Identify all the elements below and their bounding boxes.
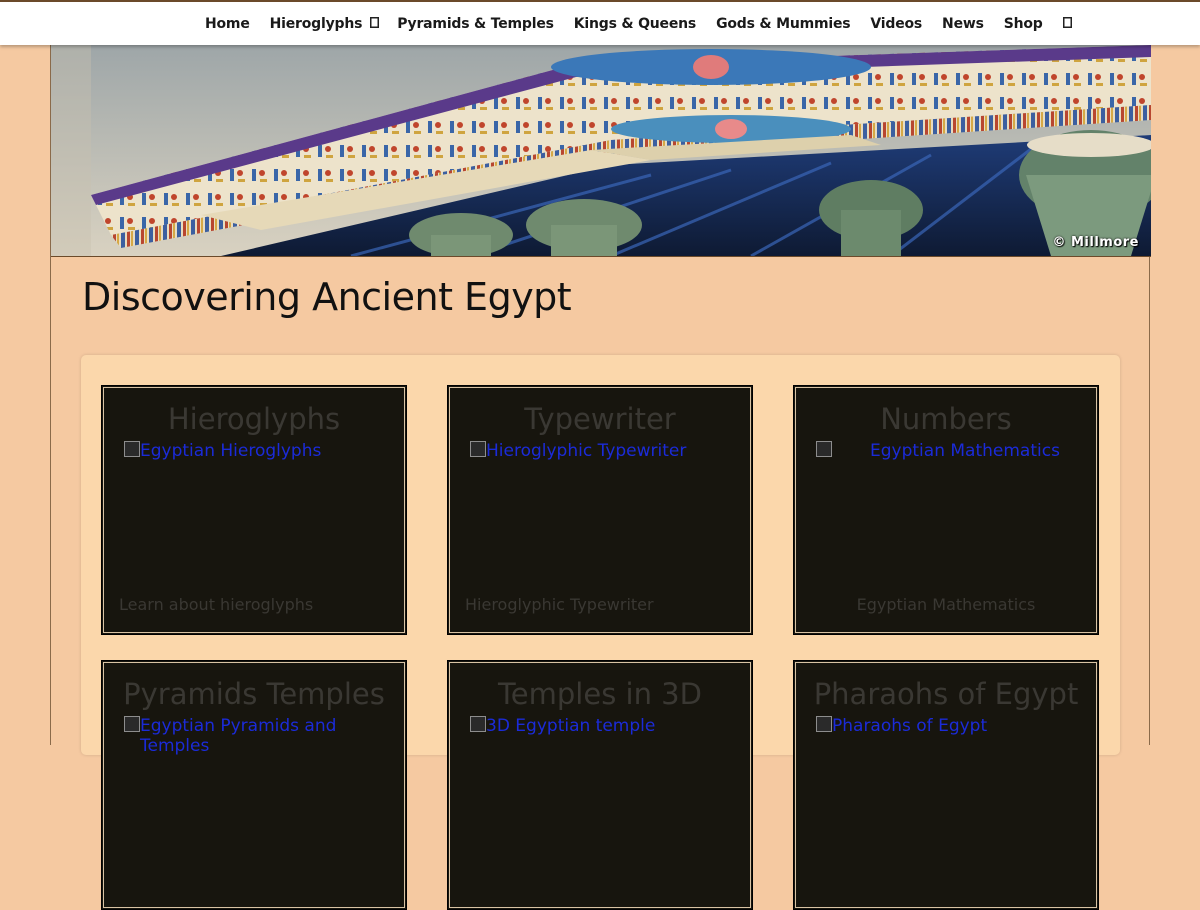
nav-shop-label: Shop — [1003, 15, 1043, 32]
main-menu: Home Hieroglyphs Pyramids & Temples King… — [197, 2, 1084, 45]
card-image-alt: Hieroglyphic Typewriter — [486, 441, 687, 461]
page-title: Discovering Ancient Egypt — [82, 275, 572, 319]
card-title: Temples in 3D — [498, 677, 702, 711]
nav-gods-mummies-label: Gods & Mummies — [716, 15, 851, 32]
broken-image-icon — [470, 716, 486, 732]
card-image-alt: Egyptian Hieroglyphs — [140, 441, 322, 461]
card-title: Pharaohs of Egypt — [813, 677, 1079, 711]
broken-image-icon — [816, 716, 832, 732]
card-title: Pyramids Temples — [123, 677, 385, 711]
image-credit: © Millmore — [1052, 235, 1139, 250]
content-panel: Hieroglyphs Egyptian Hieroglyphs Learn a… — [81, 355, 1120, 910]
nav-news[interactable]: News — [934, 16, 992, 32]
card-image-link[interactable]: Egyptian Hieroglyphs — [124, 441, 321, 461]
card-title: Numbers — [880, 402, 1012, 436]
top-navigation-bar: Home Hieroglyphs Pyramids & Temples King… — [0, 0, 1200, 45]
chevron-down-icon[interactable] — [370, 16, 380, 31]
nav-pyramids-temples-label: Pyramids & Temples — [397, 15, 554, 32]
card-image-link[interactable]: Hieroglyphic Typewriter — [470, 441, 686, 461]
card-numbers[interactable]: Numbers Egyptian Mathematics Egyptian Ma… — [793, 385, 1099, 635]
nav-home-label: Home — [205, 15, 250, 32]
broken-image-icon — [124, 716, 140, 732]
card-temples-3d[interactable]: Temples in 3D 3D Egyptian temple — [447, 660, 753, 910]
card-image-alt: 3D Egyptian temple — [486, 716, 656, 736]
nav-kings-queens[interactable]: Kings & Queens — [566, 16, 704, 32]
nav-home[interactable]: Home — [197, 16, 258, 32]
nav-videos[interactable]: Videos — [862, 16, 930, 32]
nav-videos-label: Videos — [870, 15, 923, 32]
nav-kings-queens-label: Kings & Queens — [573, 15, 697, 32]
card-image-alt: Egyptian Mathematics — [870, 441, 1060, 461]
card-caption: Hieroglyphic Typewriter — [465, 595, 654, 614]
card-image-alt: Pharaohs of Egypt — [832, 716, 988, 736]
card-caption: Learn about hieroglyphs — [119, 595, 314, 614]
nav-pyramids-temples[interactable]: Pyramids & Temples — [389, 16, 562, 32]
search-icon[interactable] — [1062, 16, 1072, 32]
card-title: Typewriter — [524, 402, 676, 436]
card-caption: Egyptian Mathematics — [856, 595, 1036, 614]
card-typewriter[interactable]: Typewriter Hieroglyphic Typewriter Hiero… — [447, 385, 753, 635]
broken-image-icon — [124, 441, 140, 457]
card-pharaohs[interactable]: Pharaohs of Egypt Pharaohs of Egypt — [793, 660, 1099, 910]
card-image-alt: Egyptian Pyramids and Temples — [140, 716, 337, 756]
page-container: © Millmore Discovering Ancient Egypt Hie… — [50, 45, 1151, 910]
card-pyramids-temples[interactable]: Pyramids Temples Egyptian Pyramids and T… — [101, 660, 407, 910]
broken-image-icon — [816, 441, 832, 457]
nav-hieroglyphs[interactable]: Hieroglyphs — [262, 16, 386, 32]
card-title: Hieroglyphs — [167, 402, 341, 436]
broken-image-icon — [470, 441, 486, 457]
nav-shop[interactable]: Shop — [996, 16, 1051, 32]
card-image-link[interactable]: Pharaohs of Egypt — [816, 716, 987, 736]
card-image-link[interactable]: Egyptian Mathematics — [816, 441, 1060, 461]
nav-hieroglyphs-label: Hieroglyphs — [269, 15, 363, 32]
nav-news-label: News — [942, 15, 984, 32]
nav-gods-mummies[interactable]: Gods & Mummies — [708, 16, 858, 32]
card-hieroglyphs[interactable]: Hieroglyphs Egyptian Hieroglyphs Learn a… — [101, 385, 407, 635]
search-button[interactable] — [1055, 16, 1080, 32]
temple-illustration — [51, 45, 1151, 256]
header-banner-image: © Millmore — [51, 45, 1151, 257]
card-image-link[interactable]: 3D Egyptian temple — [470, 716, 655, 736]
card-image-link[interactable]: Egyptian Pyramids and Temples — [124, 716, 406, 756]
